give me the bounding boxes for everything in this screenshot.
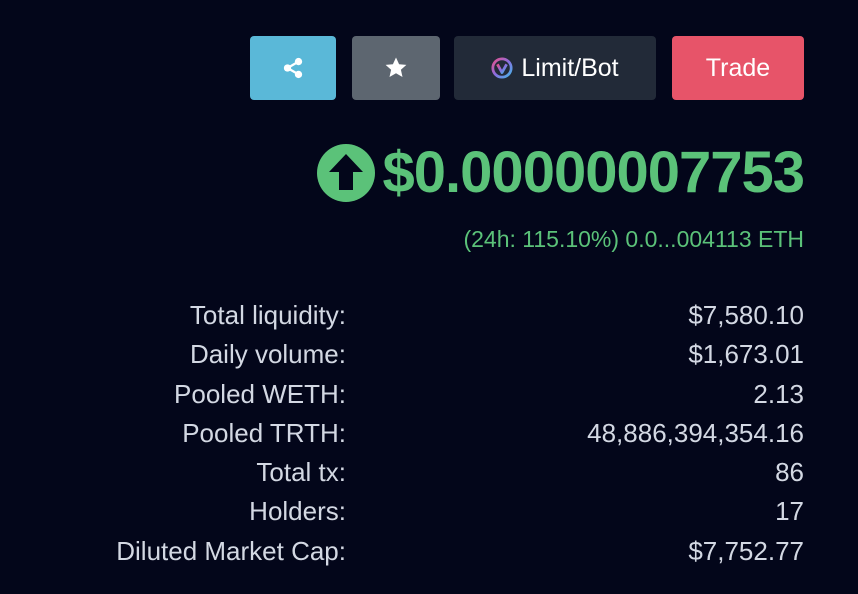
stat-label: Pooled TRTH:	[182, 417, 346, 448]
stat-label: Daily volume:	[189, 339, 346, 370]
price-display: $0.00000007753	[260, 140, 805, 205]
favorite-button[interactable]	[352, 36, 440, 100]
stat-row: Holders: 17	[0, 496, 858, 535]
trade-button[interactable]: Trade	[672, 36, 804, 100]
stat-row: Pooled WETH: 2.13	[0, 379, 858, 418]
price-change-24h: (24h: 115.10%) 0.0...004113 ETH	[463, 226, 804, 252]
stat-row: Pooled TRTH: 48,886,394,354.16	[0, 418, 858, 457]
stat-row: Daily volume: $1,673.01	[0, 339, 858, 378]
stat-value: 2.13	[753, 378, 804, 409]
star-icon	[385, 57, 407, 77]
token-stats: Total liquidity: $7,580.10 Daily volume:…	[0, 300, 858, 575]
share-button[interactable]	[250, 36, 336, 100]
stat-value: 17	[775, 496, 804, 527]
trade-label: Trade	[705, 53, 771, 82]
share-icon	[283, 57, 303, 79]
limit-bot-button[interactable]: Limit/Bot	[454, 36, 656, 100]
stat-value: $7,580.10	[688, 300, 804, 330]
stat-value: 48,886,394,354.16	[587, 417, 804, 448]
stat-value: $7,752.77	[688, 535, 804, 566]
stat-label: Pooled WETH:	[174, 378, 346, 409]
arrow-up-circle-icon	[316, 144, 375, 202]
stat-row: Diluted Market Cap: $7,752.77	[0, 536, 858, 575]
token-price: $0.00000007753	[382, 140, 805, 205]
stat-label: Total tx:	[256, 457, 346, 488]
stat-row: Total tx: 86	[0, 457, 858, 496]
stat-value: $1,673.01	[688, 339, 804, 370]
stat-value: 86	[775, 457, 804, 488]
limit-bot-label: Limit/Bot	[521, 53, 619, 82]
stat-label: Total liquidity:	[189, 300, 346, 330]
stat-label: Holders:	[249, 496, 346, 527]
unibot-logo-icon	[491, 57, 513, 79]
stat-row: Total liquidity: $7,580.10	[0, 300, 858, 339]
stat-label: Diluted Market Cap:	[116, 535, 346, 566]
